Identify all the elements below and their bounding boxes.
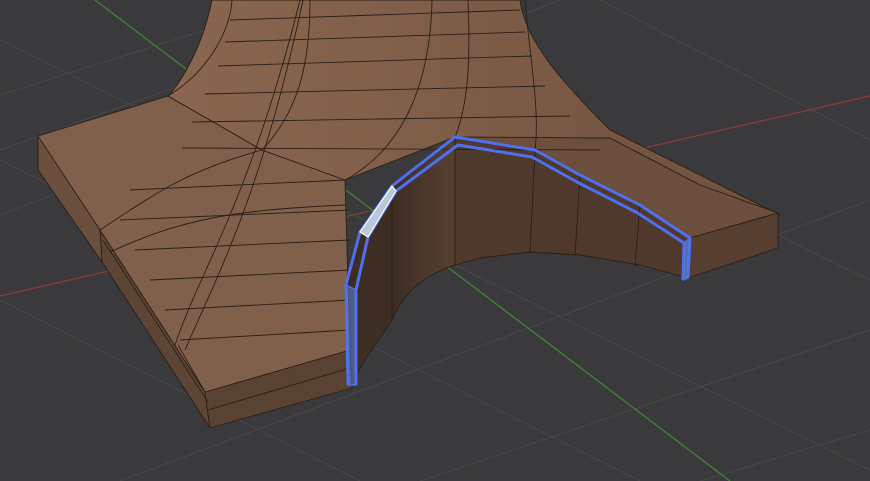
selected-face-strip <box>345 284 357 386</box>
mesh-object[interactable] <box>37 0 781 429</box>
selected-face-end <box>682 237 691 281</box>
3d-viewport[interactable] <box>0 0 870 481</box>
viewport-canvas[interactable] <box>0 0 870 481</box>
arch-cut-face <box>391 136 456 321</box>
